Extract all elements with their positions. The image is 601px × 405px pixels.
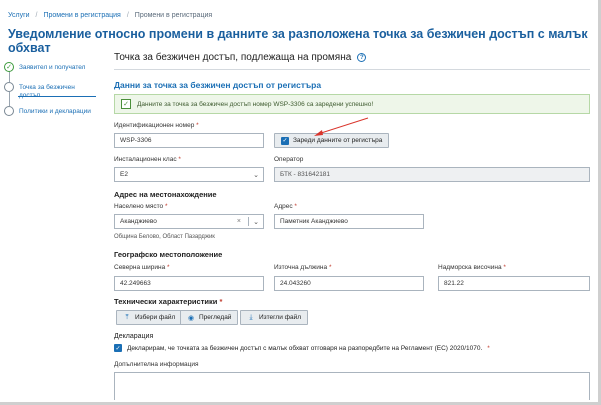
preview-label: Прегледай (199, 314, 232, 321)
preview-button[interactable]: ◉ Прегледай (180, 310, 239, 325)
download-icon: ⤓ (249, 313, 253, 321)
choose-file-label: Избери файл (135, 314, 176, 321)
required-mark: * (487, 344, 490, 352)
declaration-checkbox[interactable]: ✓ (114, 344, 122, 352)
lon-label: Източна дължина * (274, 264, 332, 271)
lat-label: Северна ширина * (114, 264, 170, 271)
download-file-label: Изтегли файл (259, 314, 302, 321)
lon-input[interactable]: 24.043260 (274, 276, 424, 291)
chevron-down-icon: ⌄ (253, 171, 259, 179)
chevron-down-icon[interactable]: ⌄ (253, 218, 259, 226)
settlement-select[interactable]: Аканджиево × ⌄ (114, 214, 264, 229)
declaration-text: Декларирам, че точката за безжичен достъ… (127, 344, 483, 352)
download-file-button[interactable]: ⤓ Изтегли файл (240, 310, 309, 325)
app-frame: Услуги / Промени в регистрация / Промени… (0, 0, 601, 405)
settlement-label: Населено място * (114, 203, 168, 210)
geo-group-title: Географско местоположение (114, 250, 223, 259)
settlement-value: Аканджиево (120, 218, 157, 225)
eye-icon: ◉ (187, 314, 195, 322)
alt-label: Надморска височина * (438, 264, 506, 271)
tech-group-title: Технически характеристики * (114, 297, 223, 306)
additional-info-textarea[interactable] (114, 372, 590, 400)
select-divider (248, 217, 249, 226)
declaration-row: ✓ Декларирам, че точката за безжичен дос… (114, 344, 490, 352)
address-input[interactable]: Паметник Аканджиево (274, 214, 424, 229)
install-class-select[interactable]: E2 ⌄ (114, 167, 264, 182)
address-label: Адрес * (274, 203, 297, 210)
address-group-title: Адрес на местонахождение (114, 190, 217, 199)
alt-input[interactable]: 821.22 (438, 276, 590, 291)
lat-input[interactable]: 42.249663 (114, 276, 264, 291)
settlement-hint: Община Белово, Област Пазарджик (114, 234, 215, 240)
install-class-value: E2 (120, 171, 128, 178)
upload-icon: ⤒ (125, 313, 129, 321)
declaration-title: Декларация (114, 333, 154, 340)
operator-input: БТК - 831642181 (274, 167, 590, 182)
install-class-label: Инсталационен клас * (114, 156, 181, 163)
additional-info-label: Допълнителна информация (114, 361, 199, 368)
operator-label: Оператор (274, 156, 304, 163)
choose-file-button[interactable]: ⤒ Избери файл (116, 310, 183, 325)
clear-icon[interactable]: × (237, 218, 241, 225)
